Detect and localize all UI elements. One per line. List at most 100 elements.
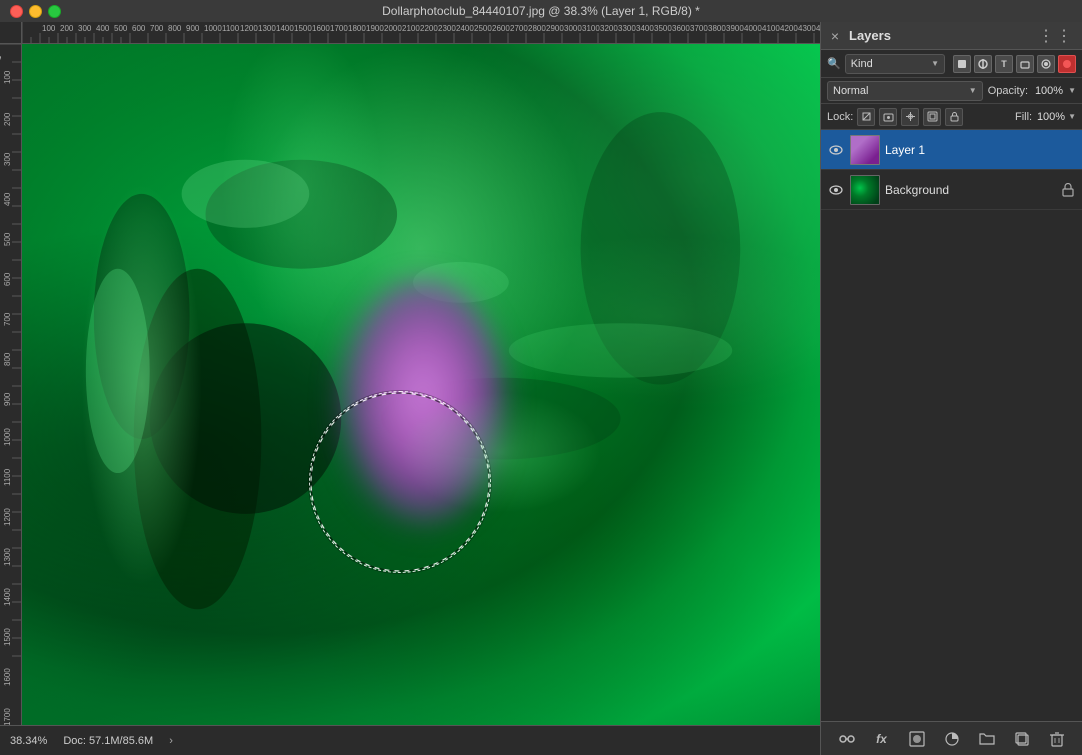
link-layers-button[interactable] <box>834 726 860 752</box>
close-button[interactable] <box>10 5 23 18</box>
delete-layer-button[interactable] <box>1044 726 1070 752</box>
layer-item-background[interactable]: Background <box>821 170 1082 210</box>
layer-mask-button[interactable] <box>904 726 930 752</box>
fill-value[interactable]: 100% <box>1035 111 1065 123</box>
layer-item-layer1[interactable]: Layer 1 <box>821 130 1082 170</box>
svg-text:1: 1 <box>0 55 3 60</box>
layers-panel: × Layers ⋮⋮ 🔍 Kind ▼ <box>820 22 1082 755</box>
lock-icon <box>1062 183 1074 197</box>
status-bar: 38.34% Doc: 57.1M/85.6M › <box>0 725 820 755</box>
svg-text:2300: 2300 <box>438 24 456 33</box>
panel-title: Layers <box>845 28 1038 43</box>
svg-text:4300: 4300 <box>798 24 816 33</box>
lock-position-icon <box>905 111 916 122</box>
svg-text:1100: 1100 <box>3 468 12 486</box>
svg-text:2400: 2400 <box>456 24 474 33</box>
new-group-button[interactable] <box>974 726 1000 752</box>
kind-filter-dropdown[interactable]: Kind ▼ <box>845 54 945 74</box>
status-arrow[interactable]: › <box>169 735 173 747</box>
svg-text:1200: 1200 <box>3 508 12 526</box>
fill-dropdown-arrow[interactable]: ▼ <box>1068 112 1076 121</box>
background-layer-name: Background <box>885 183 1055 197</box>
filter-search-icon: 🔍 <box>827 57 841 70</box>
svg-text:3400: 3400 <box>636 24 654 33</box>
lock-all-button[interactable] <box>945 108 963 126</box>
opacity-dropdown-arrow[interactable]: ▼ <box>1068 86 1076 95</box>
fill-group: Fill: 100% ▼ <box>1015 111 1076 123</box>
svg-text:2600: 2600 <box>492 24 510 33</box>
blend-row: Normal ▼ Opacity: 100% ▼ <box>821 78 1082 104</box>
layer1-visibility-toggle[interactable] <box>827 141 845 159</box>
effects-icon-svg <box>1061 58 1073 70</box>
svg-text:1400: 1400 <box>276 24 294 33</box>
adjustment-filter-icon[interactable] <box>974 55 992 73</box>
svg-text:1400: 1400 <box>3 588 12 606</box>
new-layer-icon <box>1013 730 1031 748</box>
svg-text:1300: 1300 <box>258 24 276 33</box>
fill-adjustment-button[interactable] <box>939 726 965 752</box>
doc-info: Doc: 57.1M/85.6M <box>63 735 153 747</box>
svg-text:4100: 4100 <box>762 24 780 33</box>
lock-position-button[interactable] <box>901 108 919 126</box>
window-title: Dollarphotoclub_84440107.jpg @ 38.3% (La… <box>382 4 700 18</box>
svg-text:2200: 2200 <box>420 24 438 33</box>
opacity-label: Opacity: <box>988 85 1028 97</box>
svg-text:1700: 1700 <box>330 24 348 33</box>
effects-filter-icon[interactable] <box>1058 55 1076 73</box>
panel-close-button[interactable]: × <box>829 30 841 42</box>
svg-text:200: 200 <box>3 112 12 126</box>
svg-text:3200: 3200 <box>600 24 618 33</box>
svg-text:2000: 2000 <box>384 24 402 33</box>
blend-mode-value: Normal <box>833 85 868 97</box>
background-thumb-svg <box>851 176 880 205</box>
lock-transparent-button[interactable] <box>857 108 875 126</box>
lock-image-icon <box>883 111 894 122</box>
svg-text:400: 400 <box>96 24 110 33</box>
shape-filter-icon[interactable] <box>1016 55 1034 73</box>
lock-artboard-icon <box>927 111 938 122</box>
layer-effects-button[interactable]: fx <box>869 726 895 752</box>
filter-icons-group: T <box>953 55 1076 73</box>
lock-label: Lock: <box>827 111 853 123</box>
svg-text:2500: 2500 <box>474 24 492 33</box>
kind-dropdown-label: Kind <box>851 58 873 70</box>
ruler-left: 1 100 200 300 400 500 600 700 800 900 1 <box>0 44 22 725</box>
svg-text:1500: 1500 <box>294 24 312 33</box>
svg-text:3300: 3300 <box>618 24 636 33</box>
pixel-filter-icon[interactable] <box>953 55 971 73</box>
layer1-name: Layer 1 <box>885 143 1076 157</box>
panel-menu-icon[interactable]: ⋮⋮ <box>1038 26 1074 46</box>
new-layer-button[interactable] <box>1009 726 1035 752</box>
svg-text:4200: 4200 <box>780 24 798 33</box>
svg-text:400: 400 <box>3 192 12 206</box>
lock-artboard-button[interactable] <box>923 108 941 126</box>
fill-label: Fill: <box>1015 111 1032 123</box>
blend-mode-dropdown[interactable]: Normal ▼ <box>827 81 983 101</box>
smart-filter-icon[interactable] <box>1037 55 1055 73</box>
type-filter-icon[interactable]: T <box>995 55 1013 73</box>
background-visibility-toggle[interactable] <box>827 181 845 199</box>
svg-text:1000: 1000 <box>3 428 12 446</box>
svg-text:800: 800 <box>168 24 182 33</box>
trash-icon <box>1048 730 1066 748</box>
svg-text:1000: 1000 <box>204 24 222 33</box>
blend-mode-arrow: ▼ <box>969 86 977 95</box>
image-canvas[interactable] <box>22 44 820 725</box>
smart-icon-svg <box>1040 58 1052 70</box>
ruler-top-svg: /* generated below */ 100 200 300 400 50… <box>22 22 820 43</box>
lock-all-icon <box>949 111 960 122</box>
canvas-area[interactable]: /* generated below */ 100 200 300 400 50… <box>0 22 820 755</box>
svg-text:1600: 1600 <box>312 24 330 33</box>
opacity-value[interactable]: 100% <box>1033 85 1063 97</box>
minimize-button[interactable] <box>29 5 42 18</box>
folder-icon <box>978 730 996 748</box>
purple-blob <box>317 262 537 572</box>
svg-text:2900: 2900 <box>546 24 564 33</box>
svg-text:300: 300 <box>78 24 92 33</box>
svg-text:4000: 4000 <box>744 24 762 33</box>
kind-dropdown-arrow: ▼ <box>931 59 939 68</box>
svg-text:900: 900 <box>3 392 12 406</box>
lock-image-button[interactable] <box>879 108 897 126</box>
mask-icon <box>908 730 926 748</box>
maximize-button[interactable] <box>48 5 61 18</box>
